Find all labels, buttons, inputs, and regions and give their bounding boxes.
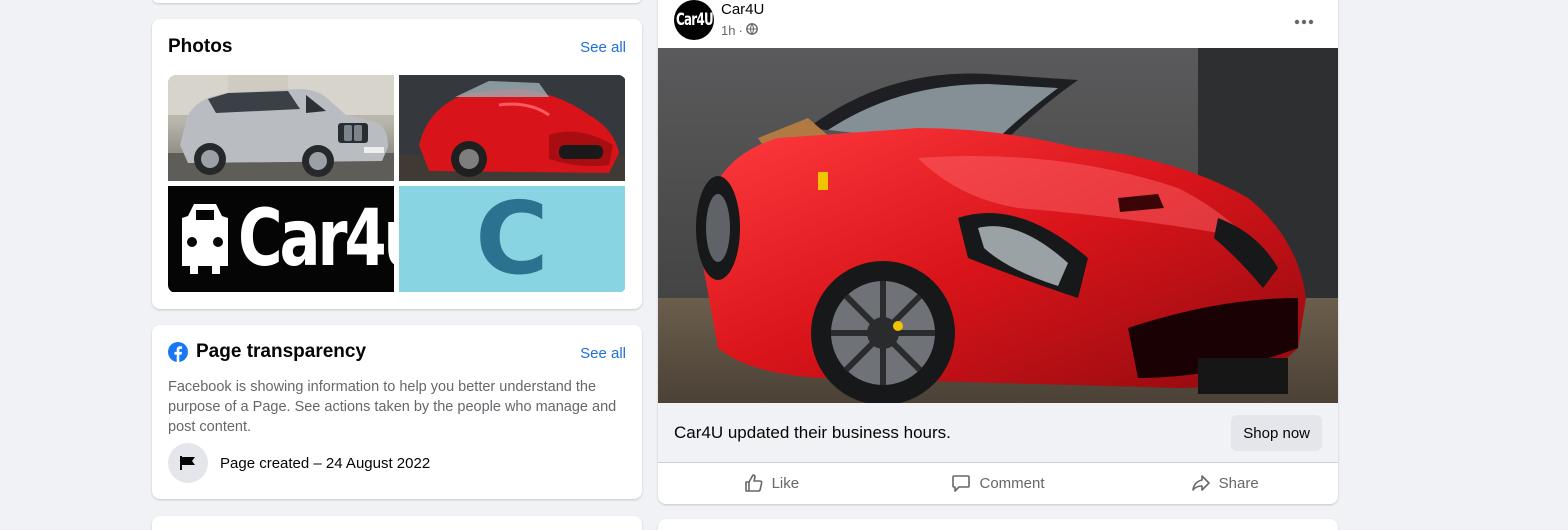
c-logo-letter: C xyxy=(475,186,549,292)
share-label: Share xyxy=(1218,474,1259,492)
comment-label: Comment xyxy=(979,474,1045,492)
post-action-bar: Like Comment Share xyxy=(658,464,1338,504)
more-options-button[interactable] xyxy=(1286,4,1322,40)
share-button[interactable]: Share xyxy=(1111,464,1338,504)
avatar-logo-text: Car4U xyxy=(675,10,713,30)
like-label: Like xyxy=(771,474,800,492)
meta-separator: · xyxy=(738,23,743,38)
thumbs-up-icon xyxy=(744,474,763,492)
globe-icon xyxy=(745,23,758,38)
page-transparency-title: Page transparency xyxy=(196,341,367,362)
post-image-red-ferrari[interactable] xyxy=(658,48,1338,403)
post-timestamp[interactable]: 1h xyxy=(721,23,735,38)
facebook-page-view: Photos See all Car4 C Page transparency … xyxy=(0,0,1568,530)
transparency-description: Facebook is showing information to help … xyxy=(168,379,617,435)
post-card: Car4U Car4U 1h · Car4U updated their bus… xyxy=(658,0,1338,504)
photo-red-convertible[interactable] xyxy=(399,75,625,181)
photo-car4u-logo[interactable]: Car4u xyxy=(168,186,394,292)
photos-see-all-link[interactable]: See all xyxy=(580,39,626,56)
post-meta: 1h · xyxy=(721,23,758,38)
post-cta-bar: Car4U updated their business hours. Shop… xyxy=(658,403,1338,463)
photos-title: Photos xyxy=(168,36,233,57)
photo-grid: Car4u C xyxy=(168,75,626,293)
facebook-icon xyxy=(168,342,188,367)
page-created-date: Page created – 24 August 2022 xyxy=(220,455,431,472)
post-update-text: Car4U updated their business hours. xyxy=(674,423,951,442)
next-card-left xyxy=(152,516,642,530)
shop-now-button[interactable]: Shop now xyxy=(1231,415,1322,451)
car4u-logo-text: Car4u xyxy=(238,194,394,284)
comment-button[interactable]: Comment xyxy=(885,464,1112,504)
previous-card xyxy=(152,0,642,3)
like-button[interactable]: Like xyxy=(658,464,885,504)
share-icon xyxy=(1191,475,1210,491)
photo-c-logo[interactable]: C xyxy=(399,186,625,292)
photo-silver-suv[interactable] xyxy=(168,75,394,181)
photos-card: Photos See all Car4 C xyxy=(152,19,642,309)
post-author-avatar[interactable]: Car4U xyxy=(674,0,714,40)
comment-icon xyxy=(952,475,971,492)
page-transparency-card: Page transparency See all Facebook is sh… xyxy=(152,325,642,499)
transparency-see-all-link[interactable]: See all xyxy=(580,345,626,362)
flag-icon xyxy=(168,443,208,483)
post-author-name[interactable]: Car4U xyxy=(721,1,764,18)
next-card-right xyxy=(658,519,1338,530)
more-horizontal-icon xyxy=(1294,19,1314,25)
